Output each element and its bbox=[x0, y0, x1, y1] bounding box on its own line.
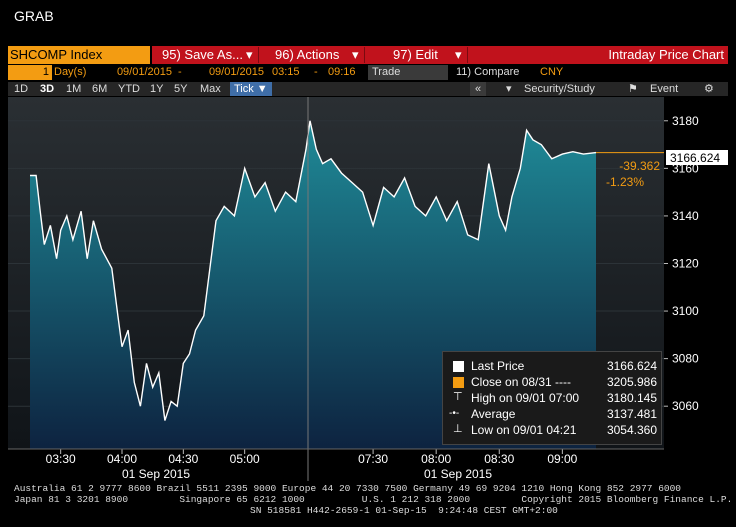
legend-label: Average bbox=[471, 407, 516, 421]
compare-button[interactable]: 11) Compare bbox=[456, 65, 526, 80]
window-title: GRAB bbox=[14, 8, 54, 24]
end-time-input[interactable]: 09:16 bbox=[328, 65, 362, 80]
session-date-label-2: 01 Sep 2015 bbox=[424, 467, 492, 481]
last-price-tag-text: 3166.624 bbox=[670, 151, 720, 165]
actions-dropdown-icon[interactable]: ▾ bbox=[352, 46, 359, 64]
tab-3d[interactable]: 3D bbox=[40, 82, 54, 96]
y-tick-label: 3140 bbox=[672, 209, 699, 223]
legend-value: 3205.986 bbox=[606, 375, 657, 389]
legend-row-close: Close on 08/31 ---- 3205.986 bbox=[443, 374, 661, 390]
security-study-button[interactable]: Security/Study bbox=[524, 82, 595, 96]
tab-max[interactable]: Max bbox=[200, 82, 221, 96]
x-tick-label: 08:30 bbox=[484, 452, 514, 466]
y-tick-label: 3080 bbox=[672, 352, 699, 366]
legend-value: 3166.624 bbox=[606, 359, 657, 373]
save-as-dropdown-icon[interactable]: ▾ bbox=[246, 46, 253, 64]
legend-row-last: Last Price 3166.624 bbox=[443, 358, 661, 374]
period-unit-select[interactable]: Day(s) bbox=[54, 65, 106, 80]
legend-label: Low on 09/01 04:21 bbox=[471, 423, 577, 437]
y-tick-label: 3060 bbox=[672, 399, 699, 413]
x-tick-label: 09:00 bbox=[547, 452, 577, 466]
high-marker-icon: ⊤ bbox=[453, 391, 463, 403]
average-marker-icon: -•- bbox=[449, 408, 460, 419]
tab-6m[interactable]: 6M bbox=[92, 82, 107, 96]
legend-label: High on 09/01 07:00 bbox=[471, 391, 580, 405]
dropdown-icon[interactable]: ▾ bbox=[506, 82, 518, 96]
x-tick-label: 07:30 bbox=[358, 452, 388, 466]
last-price-swatch bbox=[453, 361, 464, 372]
menu-divider bbox=[364, 47, 365, 63]
tab-bar bbox=[8, 82, 728, 96]
tab-tick[interactable]: Tick ▼ bbox=[230, 82, 272, 96]
x-tick-label: 05:00 bbox=[230, 452, 260, 466]
gear-icon[interactable]: ⚙ bbox=[704, 82, 714, 96]
low-marker-icon: ⊥ bbox=[453, 423, 463, 435]
price-change-pct: -1.23% bbox=[606, 175, 644, 189]
footer-serial: SN 518581 H442-2659-1 01-Sep-15 9:24:48 … bbox=[250, 505, 558, 516]
edit-dropdown-icon[interactable]: ▾ bbox=[455, 46, 462, 64]
legend-value: 3054.360 bbox=[606, 423, 657, 437]
price-change: -39.362 bbox=[619, 159, 660, 173]
edit-button[interactable]: 97) Edit bbox=[393, 46, 438, 64]
legend-row-average: -•- Average 3137.481 bbox=[443, 406, 661, 422]
legend-label: Close on 08/31 ---- bbox=[471, 375, 572, 389]
session-date-label-1: 01 Sep 2015 bbox=[122, 467, 190, 481]
collapse-icon[interactable]: « bbox=[470, 82, 486, 96]
period-number-input[interactable]: 1 bbox=[8, 65, 52, 80]
flag-icon[interactable]: ⚑ bbox=[628, 82, 638, 96]
field-select[interactable]: Trade bbox=[368, 65, 448, 80]
legend-panel: Last Price 3166.624 Close on 08/31 ---- … bbox=[442, 351, 662, 445]
ticker-field[interactable]: SHCOMP Index bbox=[8, 46, 150, 64]
time-range-dash: - bbox=[314, 65, 324, 80]
date-range-dash: - bbox=[178, 65, 190, 80]
tab-ytd[interactable]: YTD bbox=[118, 82, 140, 96]
y-tick-label: 3180 bbox=[672, 114, 699, 128]
legend-row-low: ⊥ Low on 09/01 04:21 3054.360 bbox=[443, 422, 661, 438]
footer-contacts-1: Australia 61 2 9777 8600 Brazil 5511 239… bbox=[14, 483, 682, 494]
menu-divider bbox=[467, 47, 468, 63]
y-tick-label: 3100 bbox=[672, 304, 699, 318]
legend-row-high: ⊤ High on 09/01 07:00 3180.145 bbox=[443, 390, 661, 406]
legend-value: 3137.481 bbox=[606, 407, 657, 421]
footer-contacts-2: Japan 81 3 3201 8900 Singapore 65 6212 1… bbox=[14, 494, 733, 505]
legend-label: Last Price bbox=[471, 359, 525, 373]
y-tick-label: 3120 bbox=[672, 256, 699, 270]
menu-divider bbox=[258, 47, 259, 63]
tab-1m[interactable]: 1M bbox=[66, 82, 81, 96]
x-tick-label: 04:30 bbox=[168, 452, 198, 466]
x-tick-label: 08:00 bbox=[421, 452, 451, 466]
currency-select[interactable]: CNY bbox=[540, 65, 580, 80]
tab-1y[interactable]: 1Y bbox=[150, 82, 163, 96]
tab-5y[interactable]: 5Y bbox=[174, 82, 187, 96]
save-as-button[interactable]: 95) Save As... bbox=[162, 46, 243, 64]
x-tick-label: 04:00 bbox=[107, 452, 137, 466]
start-date-input[interactable]: 09/01/2015 bbox=[108, 65, 172, 80]
chart-title: Intraday Price Chart bbox=[608, 47, 724, 62]
close-swatch bbox=[453, 377, 464, 388]
end-date-input[interactable]: 09/01/2015 bbox=[198, 65, 264, 80]
x-tick-label: 03:30 bbox=[46, 452, 76, 466]
start-time-input[interactable]: 03:15 bbox=[272, 65, 306, 80]
tab-1d[interactable]: 1D bbox=[14, 82, 28, 96]
legend-value: 3180.145 bbox=[606, 391, 657, 405]
event-button[interactable]: Event bbox=[650, 82, 678, 96]
actions-button[interactable]: 96) Actions bbox=[275, 46, 339, 64]
